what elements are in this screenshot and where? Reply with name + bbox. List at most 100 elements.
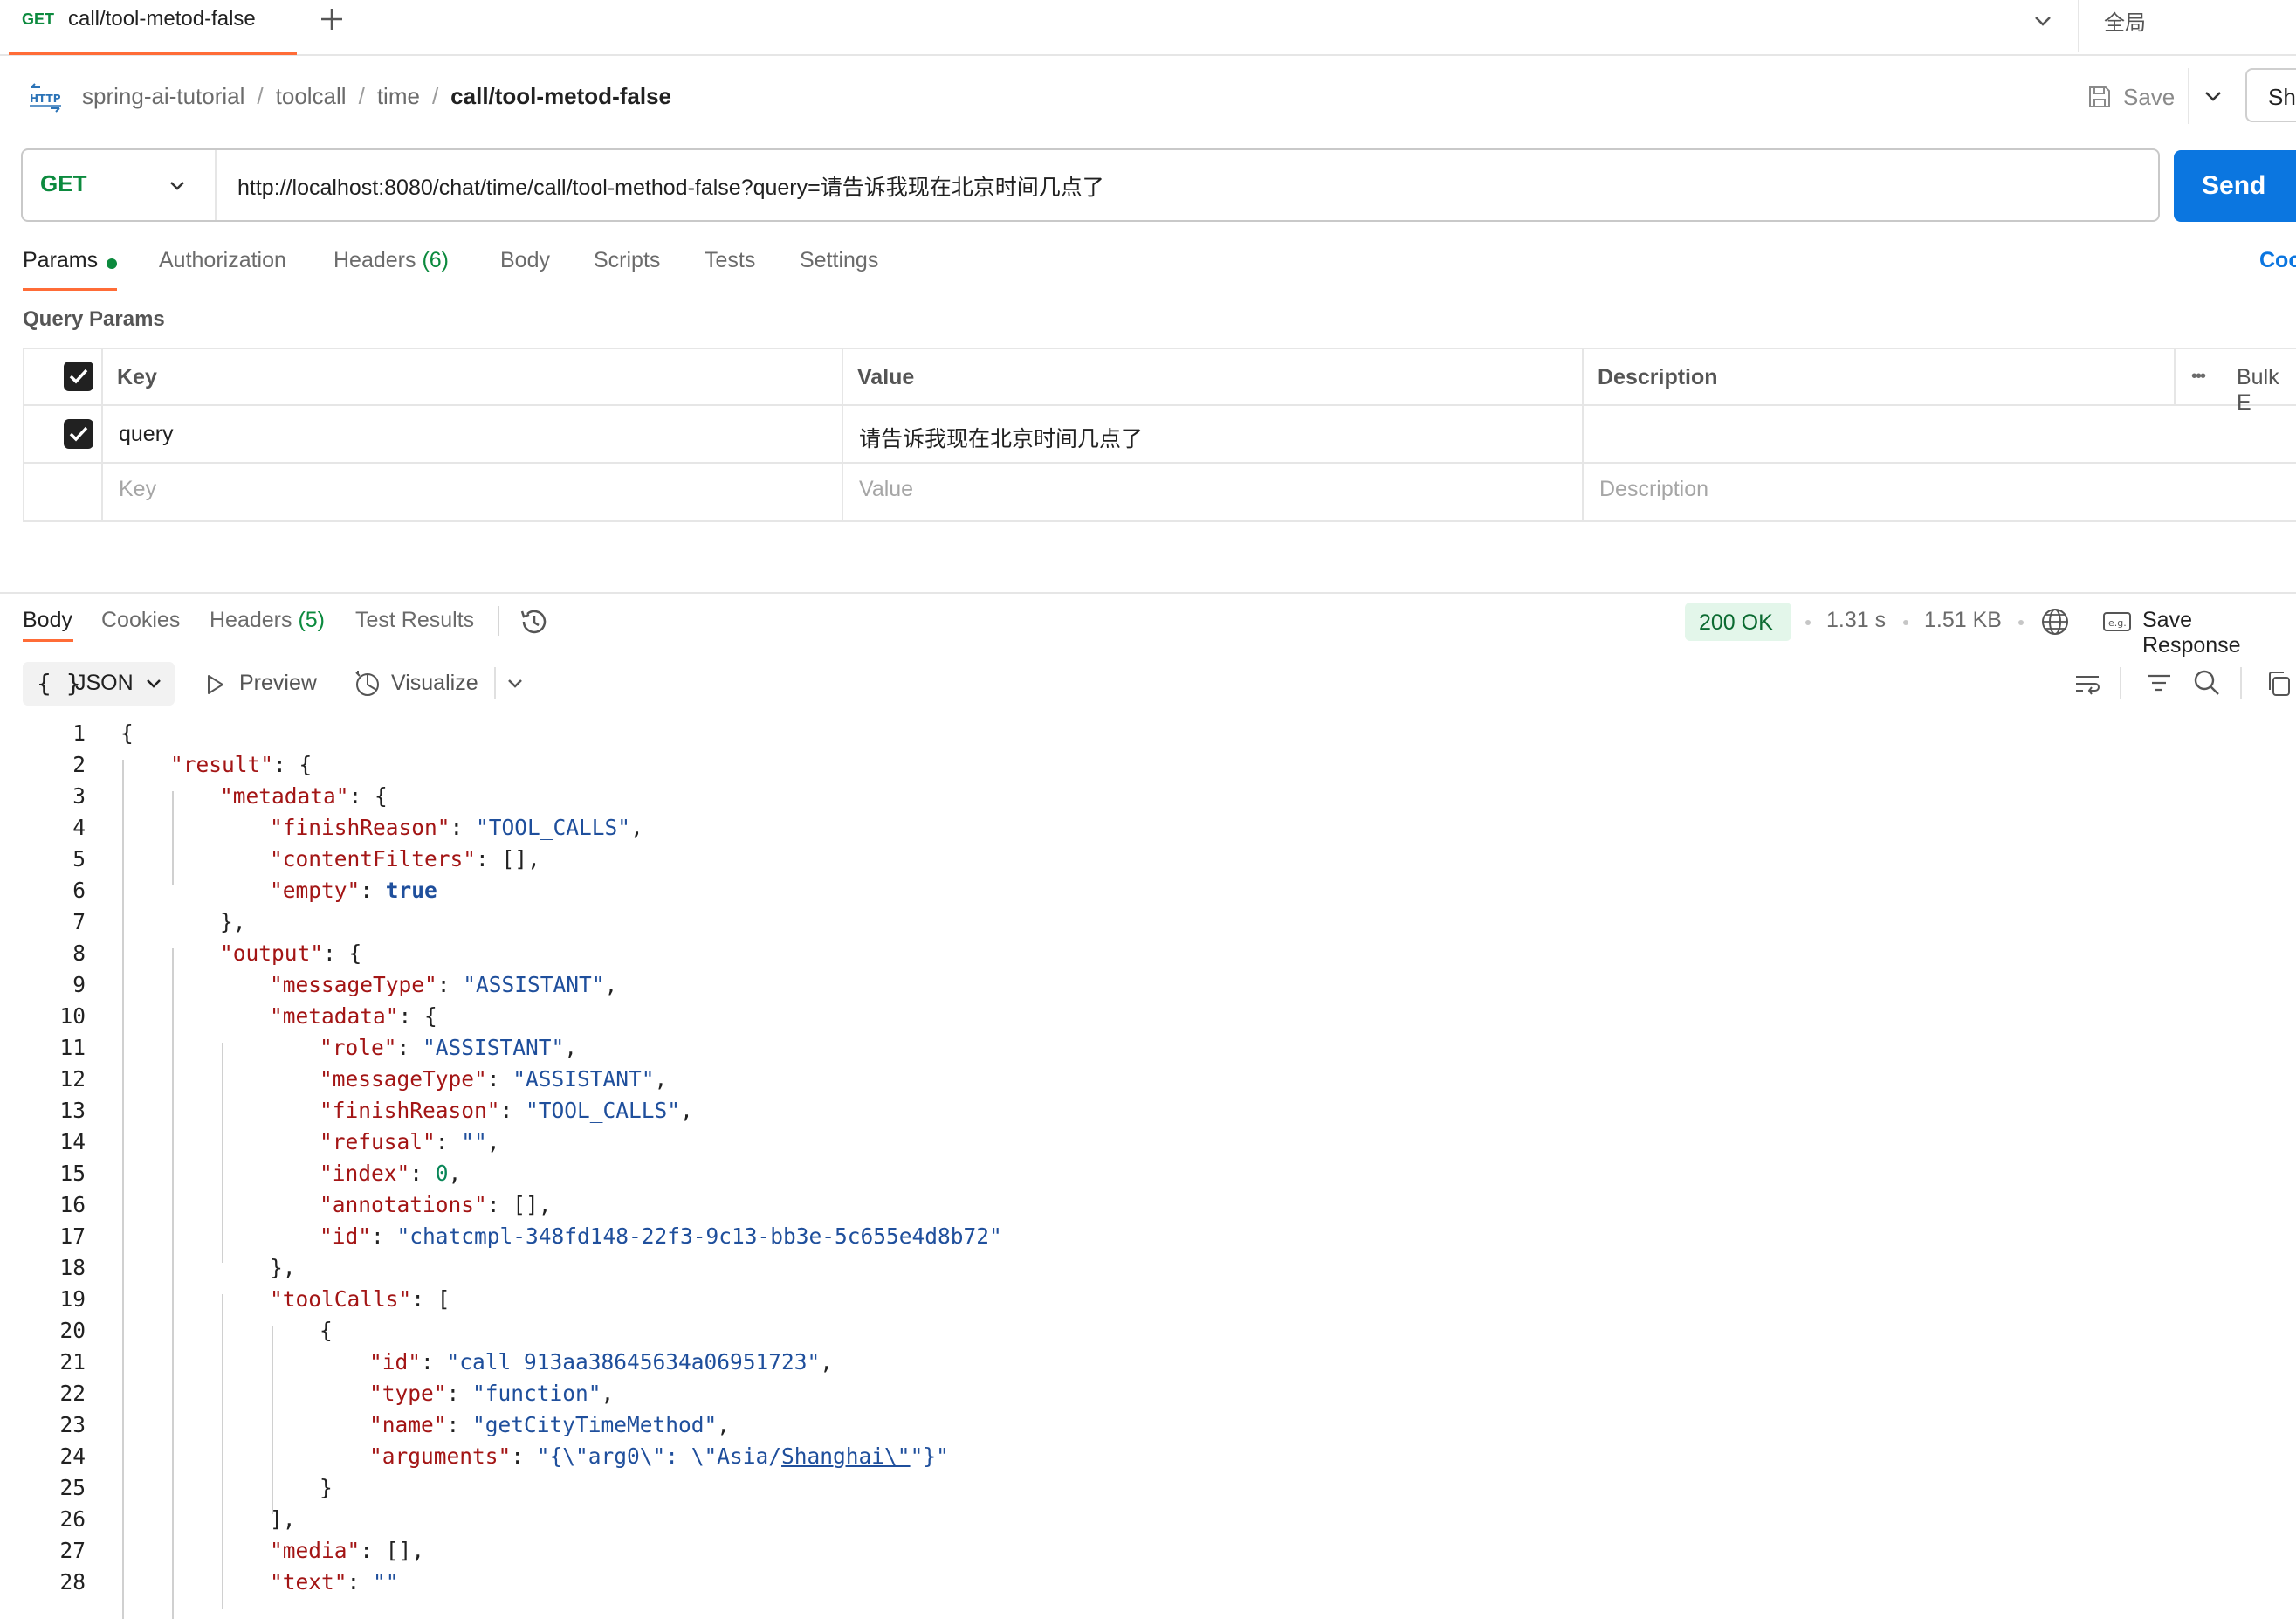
response-tab-body[interactable]: Body <box>23 608 72 633</box>
json-punct: : <box>360 878 386 903</box>
json-punct: , <box>448 1161 462 1186</box>
column-header-description: Description <box>1598 365 1718 389</box>
play-icon[interactable] <box>204 672 227 697</box>
json-string: "function" <box>472 1381 601 1406</box>
tab-authorization[interactable]: Authorization <box>159 248 286 273</box>
json-punct: : <box>421 1349 447 1374</box>
json-key: "type" <box>369 1381 447 1406</box>
json-string: "}" <box>910 1443 949 1469</box>
breadcrumb-item[interactable]: time <box>377 83 420 109</box>
chevron-down-icon[interactable] <box>2027 5 2059 37</box>
breadcrumb-item[interactable]: spring-ai-tutorial <box>82 83 244 109</box>
filter-icon[interactable] <box>2144 669 2174 699</box>
response-tab-cookies[interactable]: Cookies <box>101 608 180 633</box>
column-header-value: Value <box>857 365 915 389</box>
line-number: 16 <box>59 1192 86 1217</box>
new-param-description-input[interactable]: Description <box>1599 477 1708 502</box>
tab-headers[interactable]: Headers (6) <box>333 248 449 273</box>
response-headers-label: Headers <box>210 608 292 632</box>
new-param-key-input[interactable]: Key <box>119 477 156 502</box>
environment-selector[interactable]: 全局 <box>2104 5 2146 36</box>
line-number: 22 <box>59 1381 86 1406</box>
tab-scripts[interactable]: Scripts <box>594 248 660 273</box>
line-number: 20 <box>59 1318 86 1343</box>
divider <box>2120 667 2121 699</box>
response-time[interactable]: 1.31 s <box>1826 608 1886 633</box>
response-code-viewer[interactable]: 1{ 2 "result": { 3 "metadata": { 4 "finishR… <box>0 718 2296 1619</box>
plus-icon[interactable] <box>314 2 349 37</box>
tab-tests[interactable]: Tests <box>705 248 755 273</box>
param-key[interactable]: query <box>119 422 174 447</box>
chevron-down-icon[interactable] <box>2198 80 2228 112</box>
json-punct: , <box>630 815 643 840</box>
response-tab-test-results[interactable]: Test Results <box>355 608 474 633</box>
json-punct: , <box>601 1381 615 1406</box>
copy-icon[interactable] <box>2265 669 2293 699</box>
json-punct: , <box>486 1129 500 1154</box>
svg-text:HTTP: HTTP <box>30 93 61 105</box>
search-icon[interactable] <box>2191 667 2223 699</box>
json-punct: : <box>511 1443 537 1469</box>
param-row-checkbox[interactable] <box>64 419 93 449</box>
line-number: 7 <box>72 909 86 934</box>
bulk-edit-link[interactable]: Bulk E <box>2237 365 2296 416</box>
pane-divider[interactable] <box>0 592 2296 594</box>
json-punct: : <box>446 1412 473 1437</box>
line-number: 12 <box>59 1066 86 1092</box>
json-key: "result" <box>170 752 274 777</box>
json-key: "metadata" <box>270 1003 399 1029</box>
save-response-button[interactable]: Save Response <box>2142 608 2296 658</box>
chevron-down-icon[interactable] <box>141 671 166 697</box>
response-tab-headers[interactable]: Headers (5) <box>210 608 325 633</box>
history-icon[interactable] <box>517 604 552 639</box>
json-key: "index" <box>320 1161 410 1186</box>
code-text: ], <box>270 1506 296 1532</box>
line-number: 11 <box>59 1035 86 1060</box>
code-text: } <box>320 1475 333 1500</box>
response-size[interactable]: 1.51 KB <box>1924 608 2002 633</box>
method-select[interactable]: GET <box>40 170 86 197</box>
more-icon[interactable]: ••• <box>2191 367 2206 387</box>
params-active-dot <box>107 258 117 269</box>
json-link[interactable]: Shanghai\" <box>781 1443 911 1469</box>
breadcrumb: spring-ai-tutorial / toolcall / time / call/to… <box>82 83 684 110</box>
json-key: "refusal" <box>320 1129 436 1154</box>
json-key: "media" <box>270 1538 361 1563</box>
tab-params[interactable]: Params <box>23 248 98 273</box>
preview-button[interactable]: Preview <box>239 671 317 696</box>
code-line: 20 { <box>0 1315 2296 1347</box>
new-param-value-input[interactable]: Value <box>859 477 913 502</box>
tab-settings[interactable]: Settings <box>800 248 878 273</box>
status-badge[interactable]: 200 OK <box>1685 603 1791 641</box>
json-key: "empty" <box>270 878 361 903</box>
breadcrumb-item[interactable]: toolcall <box>276 83 347 109</box>
visualize-icon[interactable] <box>353 669 382 699</box>
visualize-button[interactable]: Visualize <box>391 671 478 696</box>
line-number: 6 <box>72 878 86 903</box>
tab-body[interactable]: Body <box>500 248 550 273</box>
select-all-checkbox[interactable] <box>64 362 93 391</box>
tab-headers-count: (6) <box>422 248 450 272</box>
param-value[interactable]: 请告诉我现在北京时间几点了 <box>859 422 1143 453</box>
share-button[interactable]: Sh <box>2245 68 2296 122</box>
send-button[interactable]: Send <box>2174 150 2296 222</box>
code-line: 8 "output": { <box>0 938 2296 969</box>
code-line: 3 "metadata": { <box>0 781 2296 812</box>
wrap-lines-icon[interactable] <box>2073 669 2102 699</box>
line-number: 15 <box>59 1161 86 1186</box>
chevron-down-icon[interactable] <box>503 671 527 697</box>
separator-dot <box>1805 620 1811 625</box>
code-line: 18}, <box>0 1252 2296 1284</box>
line-number: 17 <box>59 1223 86 1249</box>
json-punct: : [], <box>486 1192 552 1217</box>
code-link[interactable]: Coo <box>2259 248 2296 273</box>
divider <box>494 667 496 699</box>
breadcrumb-current[interactable]: call/tool-metod-false <box>450 83 671 109</box>
save-button[interactable]: Save <box>2086 79 2175 115</box>
url-input[interactable]: http://localhost:8080/chat/time/call/too… <box>237 170 1104 202</box>
json-punct: : { <box>348 783 388 809</box>
chevron-down-icon[interactable] <box>162 171 192 201</box>
code-line: 15 "index": 0, <box>0 1158 2296 1189</box>
code-text: }, <box>270 1255 296 1280</box>
globe-icon[interactable] <box>2039 606 2071 637</box>
